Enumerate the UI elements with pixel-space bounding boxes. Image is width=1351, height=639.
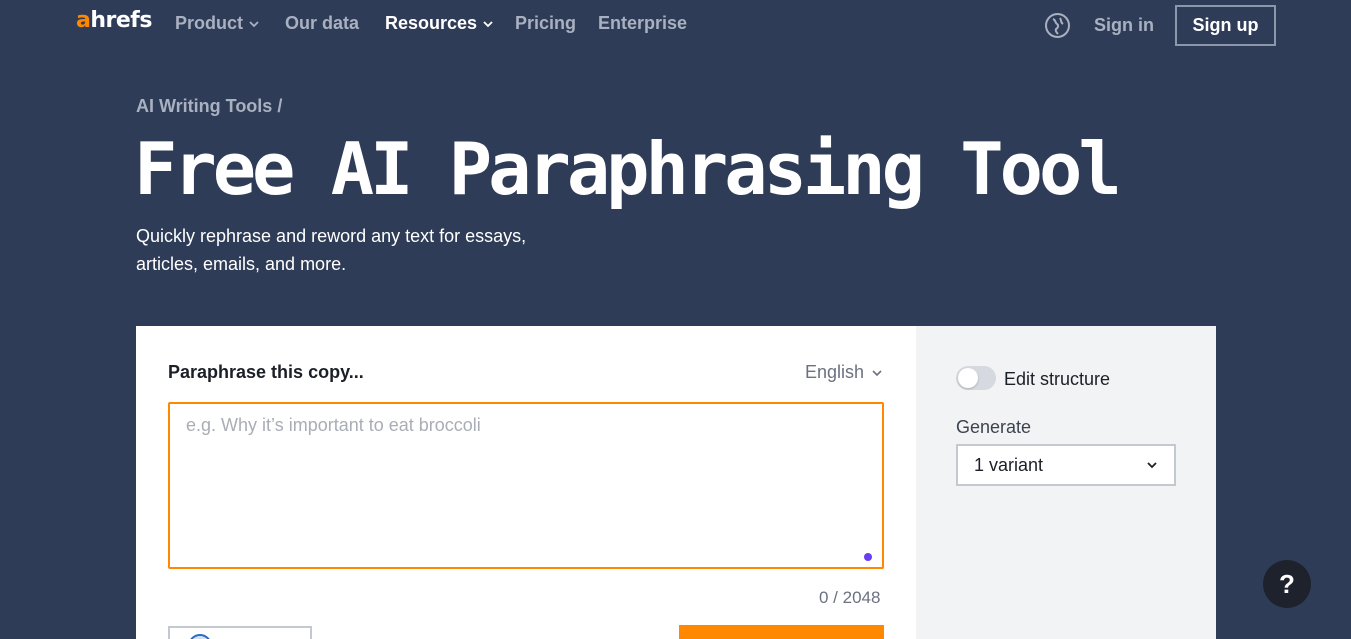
nav-item-enterprise[interactable]: Enterprise — [598, 13, 687, 34]
edit-structure-label: Edit structure — [1004, 369, 1111, 389]
options-panel: Edit structure Generate 1 variant — [916, 326, 1216, 639]
nav-item-label: Enterprise — [598, 13, 688, 33]
nav-item-product[interactable]: Product — [175, 13, 259, 34]
status-dot — [864, 553, 872, 561]
toggle-knob — [958, 368, 978, 388]
sign-up-button[interactable]: Sign up — [1175, 5, 1276, 46]
nav-item-label: Product — [175, 13, 244, 33]
nav-item-label: Our data — [285, 13, 360, 33]
language-select[interactable]: English — [805, 362, 882, 383]
chevron-down-icon — [872, 369, 882, 376]
page-title: Free AI Paraphrasing Tool — [134, 127, 1122, 211]
top-nav: ahrefs Product Our data Resources Pricin… — [0, 0, 1351, 50]
chevron-down-icon — [1147, 462, 1157, 469]
logo-accent: a — [76, 8, 91, 33]
variant-select[interactable]: 1 variant — [956, 444, 1176, 486]
paraphrase-panel: Paraphrase this copy... English 0 / 2048 — [136, 326, 916, 639]
variant-select-value: 1 variant — [974, 454, 1044, 475]
nav-item-label: Resources — [385, 13, 478, 33]
breadcrumb[interactable]: AI Writing Tools / — [136, 96, 282, 117]
sign-in-link[interactable]: Sign in — [1094, 15, 1154, 36]
character-counter: 0 / 2048 — [819, 588, 881, 607]
paraphrase-submit-button[interactable] — [679, 625, 884, 639]
globe-icon — [188, 634, 212, 639]
chevron-down-icon — [483, 20, 493, 27]
globe-icon[interactable] — [1045, 13, 1070, 38]
chevron-down-icon — [249, 20, 259, 27]
secondary-button[interactable] — [168, 626, 312, 639]
nav-item-label: Pricing — [515, 13, 577, 33]
language-label: English — [805, 362, 865, 382]
nav-item-pricing[interactable]: Pricing — [515, 13, 576, 34]
logo-text: hrefs — [90, 8, 152, 33]
edit-structure-toggle[interactable] — [956, 366, 996, 390]
text-input-box — [168, 402, 884, 569]
generate-label: Generate — [956, 417, 1032, 437]
ahrefs-logo[interactable]: ahrefs — [76, 8, 152, 33]
help-button[interactable]: ? — [1263, 560, 1311, 608]
nav-item-resources[interactable]: Resources — [385, 13, 493, 34]
paraphrase-input[interactable] — [170, 404, 882, 567]
page-subtitle: Quickly rephrase and reword any text for… — [136, 226, 527, 274]
panel-heading: Paraphrase this copy... — [168, 362, 364, 382]
nav-item-our-data[interactable]: Our data — [285, 13, 359, 34]
